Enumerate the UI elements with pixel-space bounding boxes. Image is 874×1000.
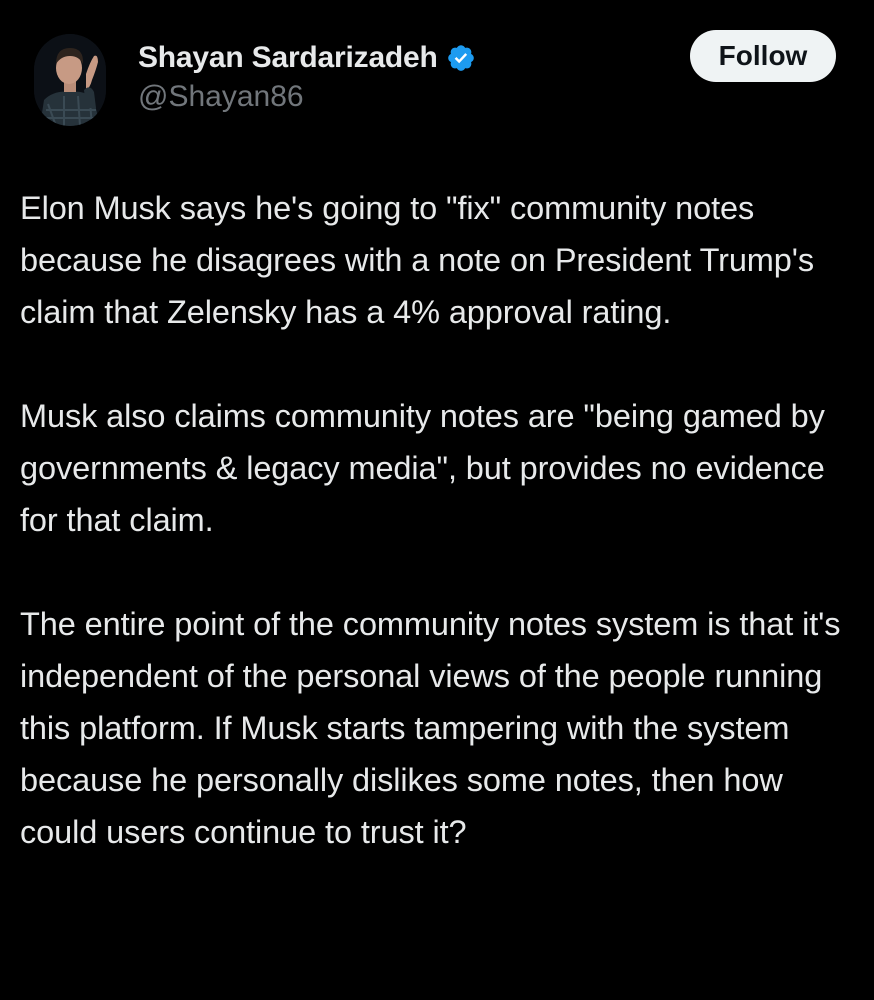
verified-badge-icon bbox=[446, 43, 476, 73]
author-display-name[interactable]: Shayan Sardarizadeh bbox=[138, 41, 438, 75]
avatar-image bbox=[34, 34, 106, 126]
follow-button[interactable]: Follow bbox=[690, 30, 836, 82]
tweet-header: Shayan Sardarizadeh @Shayan86 Follow bbox=[30, 30, 840, 132]
tweet-paragraph: Musk also claims community notes are "be… bbox=[20, 398, 825, 538]
user-avatar[interactable] bbox=[34, 34, 106, 126]
tweet-text: Elon Musk says he's going to "fix" commu… bbox=[20, 182, 854, 858]
author-names: Shayan Sardarizadeh @Shayan86 bbox=[138, 38, 476, 114]
author-handle[interactable]: @Shayan86 bbox=[138, 80, 476, 114]
tweet-paragraph: Elon Musk says he's going to "fix" commu… bbox=[20, 190, 815, 330]
tweet-paragraph: The entire point of the community notes … bbox=[20, 606, 841, 850]
display-name-row: Shayan Sardarizadeh bbox=[138, 38, 476, 78]
tweet-card: Shayan Sardarizadeh @Shayan86 Follow Elo… bbox=[0, 0, 874, 1000]
